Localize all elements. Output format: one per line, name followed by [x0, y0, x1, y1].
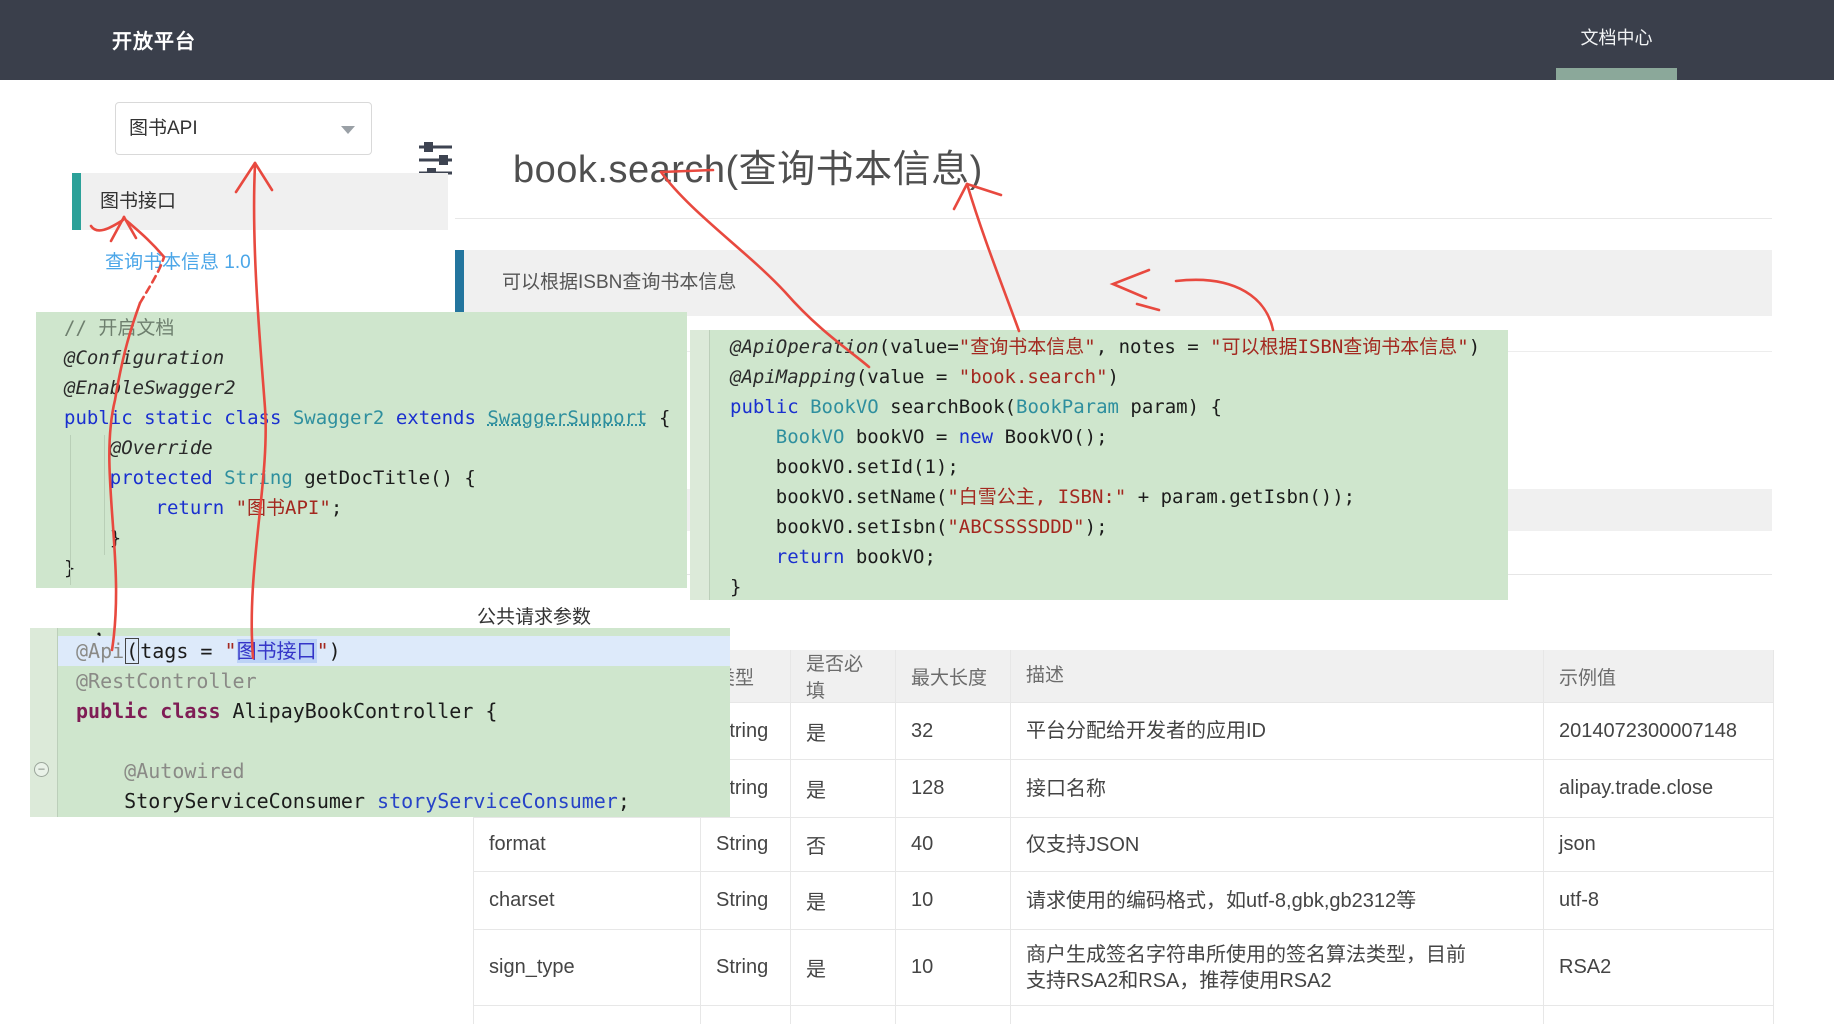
cell-required: 否	[791, 818, 896, 871]
cell-name: charset	[474, 872, 701, 929]
table-row	[474, 1006, 1773, 1024]
sidebar-link-search-book[interactable]: 查询书本信息 1.0	[105, 247, 251, 274]
cell-required: 是	[791, 703, 896, 759]
cell-example: utf-8	[1544, 872, 1773, 929]
banner-text: 可以根据ISBN查询书本信息	[502, 250, 736, 316]
cell-required: 是	[791, 930, 896, 1005]
header-cell: 是否必填	[791, 650, 896, 702]
app-title: 开放平台	[112, 25, 196, 54]
cell-name: sign_type	[474, 930, 701, 1005]
code-line: bookVO.setIsbn("ABCSSSSDDD");	[710, 512, 1508, 542]
sidebar-item-label: 图书接口	[100, 173, 176, 230]
code-line	[58, 726, 730, 756]
cell-required: 是	[791, 872, 896, 929]
cell-max_length	[896, 1006, 1011, 1024]
cell-required: 是	[791, 760, 896, 817]
cell-max_length: 10	[896, 872, 1011, 929]
code-line: protected String getDocTitle() {	[36, 463, 687, 493]
description-banner: 可以根据ISBN查询书本信息	[455, 250, 1772, 316]
table-row: sign_typeString是10商户生成签名字符串所使用的签名算法类型，目前…	[474, 930, 1773, 1006]
code-line: StoryServiceConsumer storyServiceConsume…	[58, 786, 730, 816]
code-block-controller-method: @ApiOperation(value="查询书本信息", notes = "可…	[690, 330, 1508, 600]
tab-doc-center-label: 文档中心	[1556, 24, 1677, 50]
cell-name	[474, 1006, 701, 1024]
banner-left-bar	[455, 250, 464, 316]
section-heading: 公共请求参数	[477, 602, 591, 629]
chevron-down-icon	[341, 126, 355, 134]
code-line: BookVO bookVO = new BookVO();	[710, 422, 1508, 452]
cell-example: RSA2	[1544, 930, 1773, 1005]
code-line: }	[36, 523, 687, 553]
code-line: public static class Swagger2 extends Swa…	[36, 403, 687, 433]
code-line: @EnableSwagger2	[36, 373, 687, 403]
code-line: return "图书API";	[36, 493, 687, 523]
cell-description: 平台分配给开发者的应用ID	[1011, 703, 1544, 759]
active-item-bar	[72, 173, 81, 230]
code-line: public BookVO searchBook(BookParam param…	[710, 392, 1508, 422]
code-line: return bookVO;	[710, 542, 1508, 572]
api-group-dropdown-value: 图书API	[129, 103, 198, 154]
cell-example: 2014072300007148	[1544, 703, 1773, 759]
title-divider	[455, 218, 1772, 219]
cell-max_length: 10	[896, 930, 1011, 1005]
code-block-swagger-config: // 开启文档@Configuration@EnableSwagger2publ…	[36, 312, 687, 588]
cell-type: String	[701, 872, 791, 929]
tab-doc-center[interactable]: 文档中心	[1556, 0, 1677, 80]
code-line: bookVO.setId(1);	[710, 452, 1508, 482]
table-row: charsetString是10请求使用的编码格式，如utf-8,gbk,gb2…	[474, 872, 1773, 930]
cell-description	[1011, 1006, 1544, 1024]
top-navbar: 开放平台 文档中心	[0, 0, 1834, 80]
code-line: @ApiMapping(value = "book.search")	[710, 362, 1508, 392]
code-line: public class AlipayBookController {	[58, 696, 730, 726]
code-line: @Autowired	[58, 756, 730, 786]
table-row: formatString否40仅支持JSONjson	[474, 818, 1773, 872]
code-line: @Api(tags = "图书接口")	[58, 636, 730, 666]
code-line: }	[710, 572, 1508, 600]
cell-description: 接口名称	[1011, 760, 1544, 817]
code-block-controller-class: − ， @Api(tags = "图书接口")@RestControllerpu…	[30, 628, 730, 817]
code-line: @ApiOperation(value="查询书本信息", notes = "可…	[710, 332, 1508, 362]
page-title: book.search(查询书本信息)	[513, 138, 983, 193]
tab-active-indicator	[1556, 68, 1677, 80]
sidebar-item-book-interface[interactable]: 图书接口	[72, 173, 448, 230]
code-line: @Override	[36, 433, 687, 463]
cell-description: 仅支持JSON	[1011, 818, 1544, 871]
cell-max_length: 32	[896, 703, 1011, 759]
header-cell: 最大长度	[896, 650, 1011, 702]
code-line: @RestController	[58, 666, 730, 696]
header-cell: 示例值	[1544, 650, 1773, 702]
code-line: }	[36, 553, 687, 583]
cell-type: String	[701, 818, 791, 871]
header-cell: 描述	[1011, 650, 1544, 702]
code-line: bookVO.setName("白雪公主, ISBN:" + param.get…	[710, 482, 1508, 512]
cell-name: format	[474, 818, 701, 871]
cell-max_length: 40	[896, 818, 1011, 871]
cell-type	[701, 1006, 791, 1024]
cell-required	[791, 1006, 896, 1024]
cell-type: String	[701, 930, 791, 1005]
cell-description: 请求使用的编码格式，如utf-8,gbk,gb2312等	[1011, 872, 1544, 929]
code-line: @Configuration	[36, 343, 687, 373]
api-group-dropdown[interactable]: 图书API	[115, 102, 372, 155]
screen: 开放平台 文档中心 图书API 图书接口 查询书本信息 1.0 book.sea…	[0, 0, 1834, 1024]
cell-example	[1544, 1006, 1773, 1024]
cell-description: 商户生成签名字符串所使用的签名算法类型，目前支持RSA2和RSA，推荐使用RSA…	[1011, 930, 1544, 1005]
code-line: // 开启文档	[36, 313, 687, 343]
cell-max_length: 128	[896, 760, 1011, 817]
cell-example: alipay.trade.close	[1544, 760, 1773, 817]
cell-example: json	[1544, 818, 1773, 871]
